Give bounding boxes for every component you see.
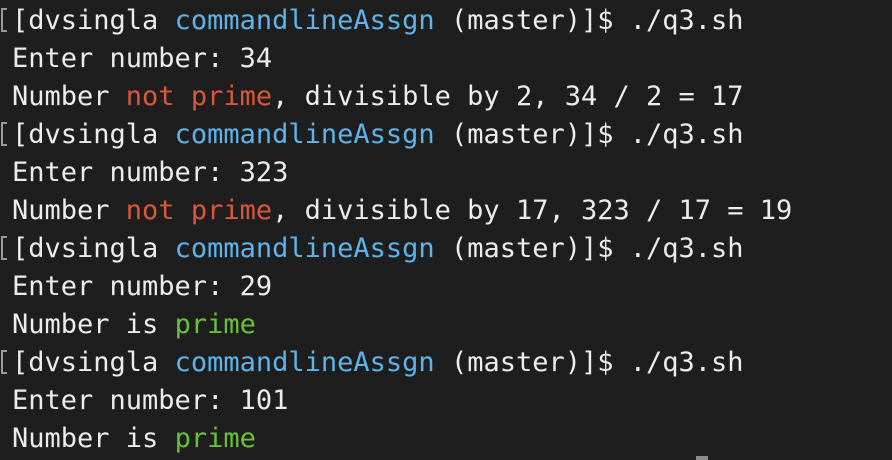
prompt-line: [dvsingla commandlineAssgn (master)]$ ./…	[12, 116, 744, 154]
result-prefix: Number	[12, 195, 126, 226]
result-prefix: Number is	[12, 309, 175, 340]
prompt-user: dvsingla	[28, 347, 159, 378]
prompt-mark-icon	[1, 350, 7, 374]
prompt-directory: commandlineAssgn	[174, 5, 435, 36]
prompt-user: dvsingla	[28, 233, 159, 264]
prompt-command: ./q3.sh	[629, 347, 744, 378]
result-line: Number is prime	[12, 420, 256, 458]
output-line: Enter number: 29	[12, 271, 273, 302]
output-line: Enter number: 34	[12, 43, 273, 74]
prompt-open-bracket: [	[12, 119, 29, 150]
prompt-branch: (master)]$	[450, 233, 614, 264]
result-status-prime: prime	[174, 309, 256, 340]
prompt-line: [dvsingla commandlineAssgn (master)]$ ./…	[12, 2, 744, 40]
prompt-command: ./q3.sh	[629, 233, 744, 264]
result-line: Number not prime, divisible by 2, 34 / 2…	[12, 78, 744, 116]
prompt-command: ./q3.sh	[629, 5, 744, 36]
prompt-branch: (master)]$	[450, 5, 614, 36]
prompt-mark-icon	[1, 236, 7, 260]
output-line: Enter number: 323	[12, 157, 289, 188]
prompt-line: [dvsingla commandlineAssgn (master)]$ ./…	[12, 230, 744, 268]
prompt-line: [dvsingla commandlineAssgn (master)]$ ./…	[12, 344, 744, 382]
result-line: Number is prime	[12, 306, 256, 344]
output-line: Enter number: 101	[12, 385, 289, 416]
text-cursor	[696, 456, 708, 460]
result-status-not-prime: not prime	[125, 81, 273, 112]
prompt-directory: commandlineAssgn	[174, 119, 435, 150]
result-status-not-prime: not prime	[125, 195, 273, 226]
result-status-prime: prime	[174, 423, 256, 454]
prompt-directory: commandlineAssgn	[174, 233, 435, 264]
prompt-branch: (master)]$	[450, 347, 614, 378]
prompt-open-bracket: [	[12, 347, 29, 378]
result-prefix: Number is	[12, 423, 175, 454]
result-suffix: , divisible by 17, 323 / 17 = 19	[272, 195, 793, 226]
prompt-open-bracket: [	[12, 5, 29, 36]
prompt-user: dvsingla	[28, 5, 159, 36]
prompt-mark-icon	[1, 122, 7, 146]
prompt-branch: (master)]$	[450, 119, 614, 150]
prompt-open-bracket: [	[12, 233, 29, 264]
terminal-window[interactable]: [dvsingla commandlineAssgn (master)]$ ./…	[0, 0, 892, 460]
result-suffix: , divisible by 2, 34 / 2 = 17	[272, 81, 744, 112]
result-prefix: Number	[12, 81, 126, 112]
prompt-directory: commandlineAssgn	[174, 347, 435, 378]
prompt-user: dvsingla	[28, 119, 159, 150]
prompt-mark-icon	[1, 8, 7, 32]
prompt-command: ./q3.sh	[629, 119, 744, 150]
result-line: Number not prime, divisible by 17, 323 /…	[12, 192, 792, 230]
